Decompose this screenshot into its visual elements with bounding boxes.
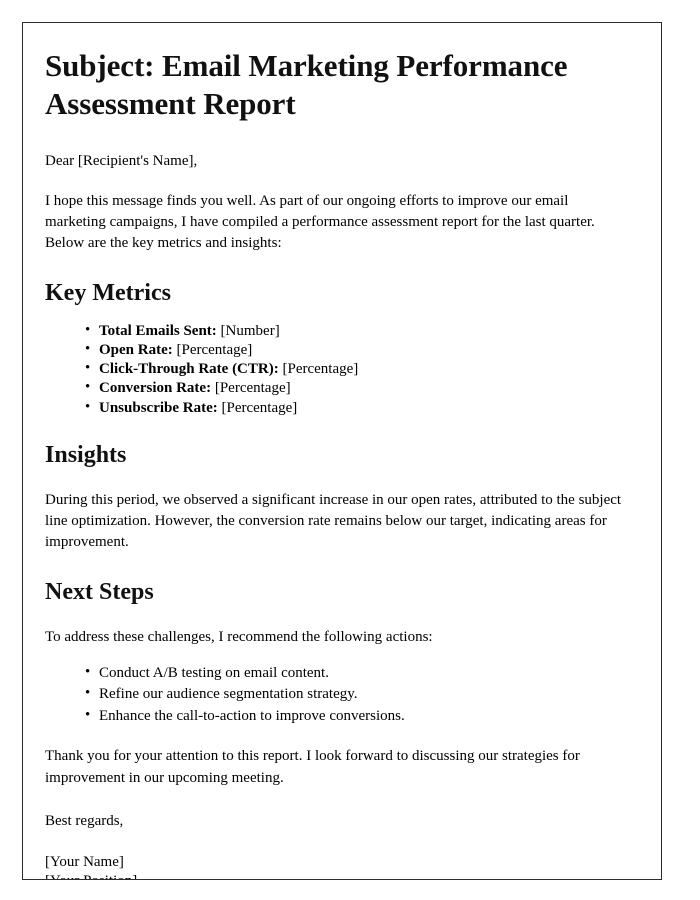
section-heading-next-steps: Next Steps [45,578,154,605]
section-heading-key-metrics: Key Metrics [45,279,171,306]
metric-value: [Percentage] [221,399,298,416]
signature-block: [Your Name] [Your Position] [Your Compan… [45,853,631,879]
list-item: Refine our audience segmentation strateg… [85,684,631,705]
metric-label: Unsubscribe Rate: [99,399,218,416]
metric-value: [Number] [220,322,280,339]
insights-paragraph: During this period, we observed a signif… [45,491,622,551]
metric-value: [Percentage] [176,341,253,358]
list-item: Open Rate: [Percentage] [85,340,631,359]
key-metrics-list: Total Emails Sent: [Number] Open Rate: [… [45,321,631,417]
list-item: Conduct A/B testing on email content. [85,663,631,684]
document-body: Subject: Email Marketing Performance Ass… [23,23,661,879]
list-item: Click-Through Rate (CTR): [Percentage] [85,359,631,378]
signoff: Best regards, [45,812,124,829]
metric-label: Open Rate: [99,341,173,358]
next-steps-list: Conduct A/B testing on email content. Re… [45,663,631,727]
metric-label: Click-Through Rate (CTR): [99,361,279,378]
page-title: Subject: Email Marketing Performance Ass… [45,48,568,121]
list-item: Unsubscribe Rate: [Percentage] [85,398,631,417]
metric-value: [Percentage] [214,380,291,397]
metric-label: Conversion Rate: [99,380,212,397]
document-page: Subject: Email Marketing Performance Ass… [22,22,662,880]
list-item: Enhance the call-to-action to improve co… [85,706,631,727]
closing-paragraph: Thank you for your attention to this rep… [45,748,580,786]
next-steps-intro: To address these challenges, I recommend… [45,628,433,645]
salutation: Dear [Recipient's Name], [45,152,198,169]
metric-label: Total Emails Sent: [99,322,217,339]
list-item: Conversion Rate: [Percentage] [85,378,631,397]
section-heading-insights: Insights [45,442,127,469]
list-item: Total Emails Sent: [Number] [85,321,631,340]
metric-value: [Percentage] [282,361,359,378]
intro-paragraph: I hope this message finds you well. As p… [45,192,595,252]
signature-name: [Your Name] [45,854,124,871]
signature-position: [Your Position] [45,872,631,879]
